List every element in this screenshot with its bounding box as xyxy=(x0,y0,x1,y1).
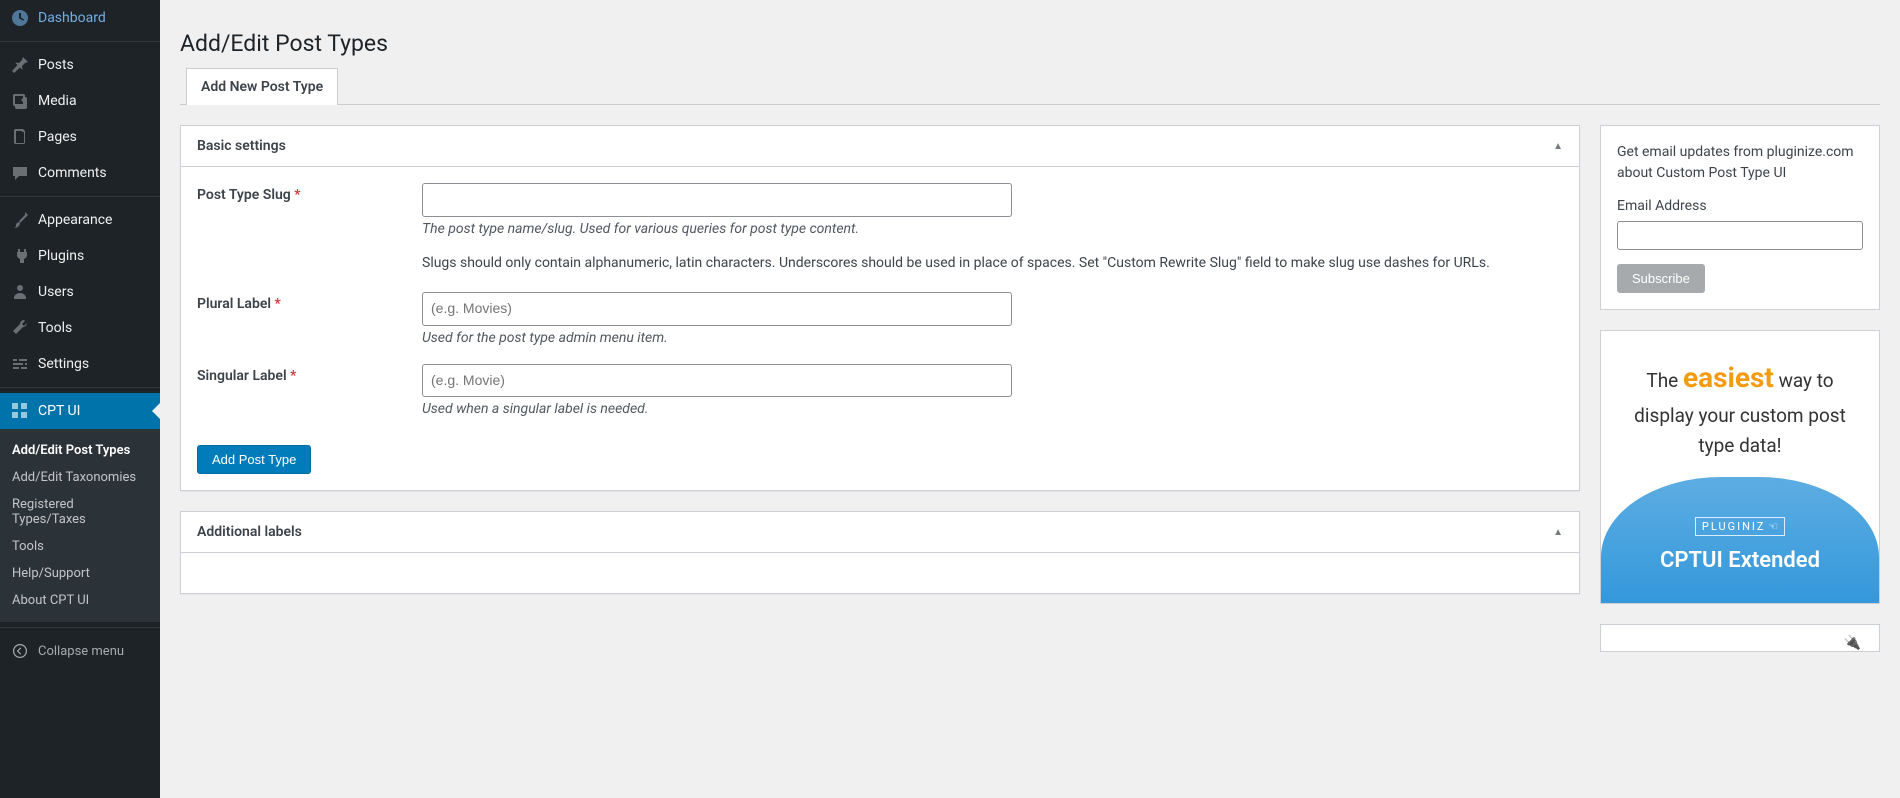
basic-settings-box: Basic settings ▲ Post Type Slug * The po… xyxy=(180,125,1580,491)
singular-desc: Used when a singular label is needed. xyxy=(422,401,1563,417)
menu-appearance[interactable]: Appearance xyxy=(0,202,160,238)
slug-desc: The post type name/slug. Used for variou… xyxy=(422,221,1563,237)
menu-label: Appearance xyxy=(38,212,112,228)
promo-secondary[interactable]: 🔌 xyxy=(1600,624,1880,652)
promo-banner: PLUGINIZ CPTUI Extended xyxy=(1601,477,1879,603)
menu-label: Comments xyxy=(38,165,107,181)
additional-labels-title: Additional labels xyxy=(197,524,302,540)
email-input[interactable] xyxy=(1617,221,1863,250)
slug-note: Slugs should only contain alphanumeric, … xyxy=(422,253,1563,274)
collapse-label: Collapse menu xyxy=(38,644,124,659)
plug-icon xyxy=(10,246,30,266)
menu-posts[interactable]: Posts xyxy=(0,47,160,83)
menu-tools[interactable]: Tools xyxy=(0,310,160,346)
additional-labels-box: Additional labels ▲ xyxy=(180,511,1580,594)
add-post-type-button[interactable]: Add Post Type xyxy=(197,445,311,474)
additional-labels-header[interactable]: Additional labels ▲ xyxy=(181,512,1579,553)
promo-headline: The easiest way to display your custom p… xyxy=(1611,351,1869,477)
menu-label: Media xyxy=(38,93,77,109)
promo-brand: PLUGINIZ xyxy=(1695,517,1785,536)
singular-input[interactable] xyxy=(422,364,1012,398)
media-icon xyxy=(10,91,30,111)
page-title: Add/Edit Post Types xyxy=(180,10,1880,67)
slug-label: Post Type Slug * xyxy=(197,183,422,274)
toggle-icon: ▲ xyxy=(1553,527,1563,538)
basic-settings-header[interactable]: Basic settings ▲ xyxy=(181,126,1579,167)
menu-label: Tools xyxy=(38,320,72,336)
collapse-menu[interactable]: Collapse menu xyxy=(0,633,160,669)
plural-label: Plural Label * xyxy=(197,292,422,346)
menu-settings[interactable]: Settings xyxy=(0,346,160,382)
submenu-tools[interactable]: Tools xyxy=(0,533,160,560)
wrench-icon xyxy=(10,318,30,338)
menu-label: Posts xyxy=(38,57,74,73)
menu-label: CPT UI xyxy=(38,403,80,419)
pin-icon xyxy=(10,55,30,75)
menu-users[interactable]: Users xyxy=(0,274,160,310)
brush-icon xyxy=(10,210,30,230)
user-icon xyxy=(10,282,30,302)
plug-icon: 🔌 xyxy=(1844,635,1861,651)
cpt-icon xyxy=(10,401,30,421)
sliders-icon xyxy=(10,354,30,374)
menu-label: Pages xyxy=(38,129,77,145)
slug-input[interactable] xyxy=(422,183,1012,217)
singular-label: Singular Label * xyxy=(197,364,422,418)
dashboard-icon xyxy=(10,8,30,28)
submenu-help[interactable]: Help/Support xyxy=(0,560,160,587)
menu-label: Users xyxy=(38,284,74,300)
promo-cptui-extended[interactable]: The easiest way to display your custom p… xyxy=(1600,330,1880,604)
tab-add-new[interactable]: Add New Post Type xyxy=(186,68,338,105)
page-icon xyxy=(10,127,30,147)
main-content: Add/Edit Post Types Add New Post Type Ba… xyxy=(160,0,1900,652)
menu-plugins[interactable]: Plugins xyxy=(0,238,160,274)
plural-desc: Used for the post type admin menu item. xyxy=(422,330,1563,346)
menu-dashboard[interactable]: Dashboard xyxy=(0,0,160,36)
plural-input[interactable] xyxy=(422,292,1012,326)
submenu-add-edit-taxonomies[interactable]: Add/Edit Taxonomies xyxy=(0,464,160,491)
submenu-about[interactable]: About CPT UI xyxy=(0,587,160,614)
submenu-registered-types[interactable]: Registered Types/Taxes xyxy=(0,491,160,533)
toggle-icon: ▲ xyxy=(1553,141,1563,152)
menu-cpt-ui[interactable]: CPT UI xyxy=(0,393,160,429)
submenu-add-edit-post-types[interactable]: Add/Edit Post Types xyxy=(0,437,160,464)
menu-comments[interactable]: Comments xyxy=(0,155,160,191)
menu-label: Plugins xyxy=(38,248,84,264)
menu-label: Settings xyxy=(38,356,89,372)
tab-bar: Add New Post Type xyxy=(180,67,1880,105)
menu-label: Dashboard xyxy=(38,10,106,26)
menu-pages[interactable]: Pages xyxy=(0,119,160,155)
collapse-icon xyxy=(10,641,30,661)
basic-settings-title: Basic settings xyxy=(197,138,286,154)
menu-media[interactable]: Media xyxy=(0,83,160,119)
newsletter-text: Get email updates from pluginize.com abo… xyxy=(1617,142,1863,184)
email-label: Email Address xyxy=(1617,196,1863,217)
newsletter-box: Get email updates from pluginize.com abo… xyxy=(1600,125,1880,310)
comment-icon xyxy=(10,163,30,183)
admin-sidebar: Dashboard Posts Media Pages Comments App… xyxy=(0,0,160,798)
promo-product: CPTUI Extended xyxy=(1611,548,1869,573)
cpt-submenu: Add/Edit Post Types Add/Edit Taxonomies … xyxy=(0,429,160,622)
subscribe-button[interactable]: Subscribe xyxy=(1617,264,1705,293)
